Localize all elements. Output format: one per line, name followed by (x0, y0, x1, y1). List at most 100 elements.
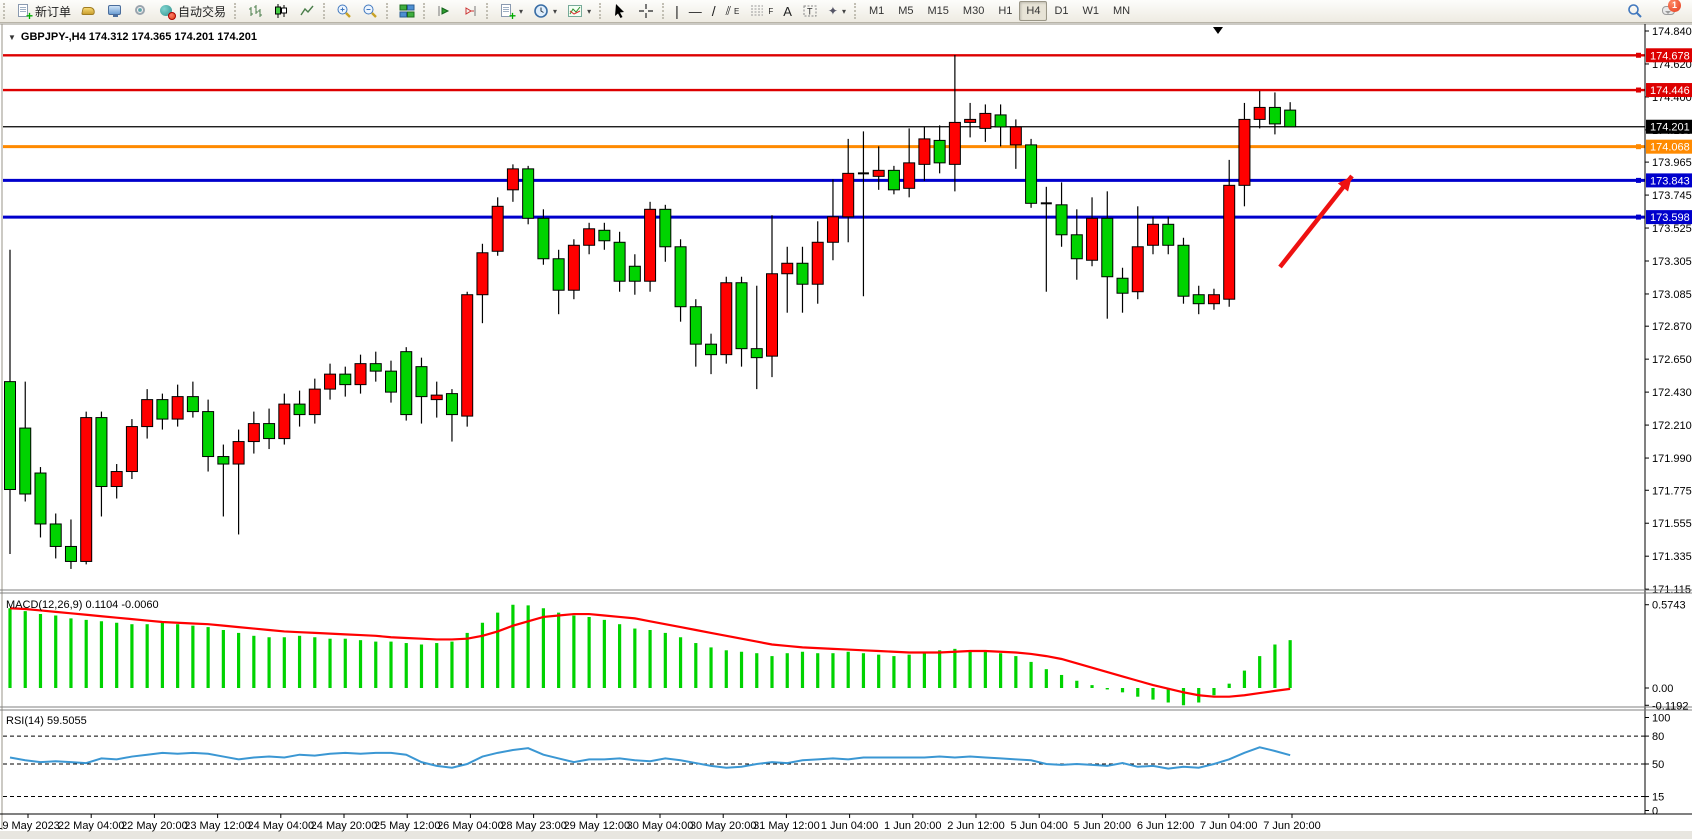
candlestick-chart-button[interactable] (268, 1, 294, 21)
toolbar-grip (854, 3, 859, 19)
tab-timeframe-mn[interactable]: MN (1106, 1, 1137, 21)
cursor-tool-button[interactable] (607, 1, 633, 21)
price-tick-label: 174.840 (1652, 26, 1692, 38)
signals-icon (133, 3, 149, 19)
quotes-button[interactable] (76, 1, 102, 21)
trendline-tool-button[interactable]: / (707, 1, 721, 21)
time-label: 6 Jun 12:00 (1137, 820, 1195, 832)
tab-timeframe-h1[interactable]: H1 (991, 1, 1019, 21)
time-label: 23 May 12:00 (184, 820, 251, 832)
price-line-badge-label: 174.678 (1650, 50, 1690, 62)
chart-title: GBPJPY-,H4 174.312 174.365 174.201 174.2… (21, 31, 257, 43)
vertical-line-tool-button[interactable]: | (670, 1, 684, 21)
signals-button[interactable] (128, 1, 154, 21)
collapse-triangle-icon[interactable]: ▼ (8, 33, 16, 42)
chart-canvas[interactable]: 174.840174.620174.400174.180173.965173.7… (0, 23, 1692, 839)
quotes-icon (81, 3, 97, 19)
chart-window: 174.840174.620174.400174.180173.965173.7… (0, 23, 1692, 839)
chart-shift-button[interactable] (457, 1, 483, 21)
market-watch-icon (107, 3, 123, 19)
autotrading-icon (159, 3, 175, 19)
fibonacci-icon (749, 3, 765, 19)
hline-handle[interactable] (1636, 53, 1641, 58)
time-label: 1 Jun 20:00 (884, 820, 942, 832)
price-tick-label: 173.305 (1652, 256, 1692, 268)
search-button[interactable] (1622, 1, 1648, 21)
line-chart-button[interactable] (294, 1, 320, 21)
toolbar-grip (3, 3, 8, 19)
clock-icon (533, 3, 549, 19)
toolbar-grip (599, 3, 604, 19)
arrows-tool-button[interactable]: ✦▾ (823, 1, 851, 21)
tab-timeframe-m30[interactable]: M30 (956, 1, 991, 21)
toolbar-grip (486, 3, 491, 19)
profiles-clock-button[interactable]: ▾ (528, 1, 562, 21)
rsi-axis-label: 0 (1652, 806, 1658, 818)
notifications-button[interactable]: 1 (1656, 1, 1682, 21)
time-label: 31 May 12:00 (753, 820, 820, 832)
price-tick-label: 173.965 (1652, 157, 1692, 169)
price-tick-label: 171.990 (1652, 453, 1692, 465)
text-label-icon: T (802, 3, 818, 19)
time-label: 24 May 04:00 (247, 820, 314, 832)
time-label: 26 May 04:00 (437, 820, 504, 832)
tile-windows-icon (399, 3, 415, 19)
price-tick-label: 173.525 (1652, 223, 1692, 235)
text-tool-button[interactable]: A (778, 1, 797, 21)
time-label: 24 May 20:00 (311, 820, 378, 832)
tile-windows-button[interactable] (394, 1, 420, 21)
text-label-tool-button[interactable]: T (797, 1, 823, 21)
crosshair-icon (638, 3, 654, 19)
market-watch-button[interactable] (102, 1, 128, 21)
macd-axis-label: -0.1192 (1652, 700, 1689, 712)
zoom-out-button[interactable] (357, 1, 383, 21)
rsi-axis-label: 100 (1652, 713, 1670, 725)
tab-timeframe-m1[interactable]: M1 (862, 1, 891, 21)
hline-handle[interactable] (1636, 144, 1641, 149)
svg-text:T: T (807, 7, 813, 17)
time-label: 5 Jun 04:00 (1010, 820, 1068, 832)
macd-axis-label: 0.00 (1652, 683, 1673, 695)
chat-bubble-icon: 1 (1661, 3, 1677, 19)
bar-chart-button[interactable] (242, 1, 268, 21)
auto-scroll-icon (436, 3, 452, 19)
autotrading-button[interactable]: 自动交易 (154, 1, 231, 21)
new-order-button[interactable]: + 新订单 (11, 1, 76, 21)
tab-timeframe-m5[interactable]: M5 (891, 1, 920, 21)
time-label: 25 May 12:00 (374, 820, 441, 832)
indicators-icon (567, 3, 583, 19)
horizontal-line-tool-button[interactable]: — (684, 1, 707, 21)
price-line-badge-label: 174.446 (1650, 85, 1690, 97)
hline-handle[interactable] (1636, 215, 1641, 220)
hline-handle[interactable] (1636, 88, 1641, 93)
tab-timeframe-w1[interactable]: W1 (1076, 1, 1107, 21)
zoom-in-button[interactable] (331, 1, 357, 21)
cursor-icon (612, 3, 628, 19)
price-tick-label: 171.775 (1652, 485, 1692, 497)
price-tick-label: 171.555 (1652, 518, 1692, 530)
tab-timeframe-d1[interactable]: D1 (1047, 1, 1075, 21)
time-label: 5 Jun 20:00 (1074, 820, 1132, 832)
time-label: 22 May 20:00 (121, 820, 188, 832)
search-icon (1627, 3, 1643, 19)
tab-timeframe-m15[interactable]: M15 (921, 1, 956, 21)
rsi-axis-label: 80 (1652, 731, 1664, 743)
dropdown-arrow-icon: ▾ (587, 7, 591, 16)
price-tick-label: 172.210 (1652, 420, 1692, 432)
chart-shift-icon (462, 3, 478, 19)
price-tick-label: 172.430 (1652, 387, 1692, 399)
crosshair-tool-button[interactable] (633, 1, 659, 21)
channel-tool-button[interactable]: ⫽E (721, 1, 745, 21)
channel-icon: ⫽ (726, 4, 731, 19)
zoom-in-icon (336, 3, 352, 19)
time-label: 7 Jun 04:00 (1200, 820, 1258, 832)
fibo-sub: F (768, 7, 773, 16)
tab-timeframe-h4[interactable]: H4 (1019, 1, 1047, 21)
price-tick-label: 173.745 (1652, 190, 1692, 202)
new-chart-button[interactable]: +▾ (494, 1, 528, 21)
rsi-indicator-label: RSI(14) 59.5055 (6, 715, 87, 727)
auto-scroll-button[interactable] (431, 1, 457, 21)
hline-handle[interactable] (1636, 178, 1641, 183)
fibonacci-tool-button[interactable]: F (744, 1, 778, 21)
indicators-button[interactable]: ▾ (562, 1, 596, 21)
